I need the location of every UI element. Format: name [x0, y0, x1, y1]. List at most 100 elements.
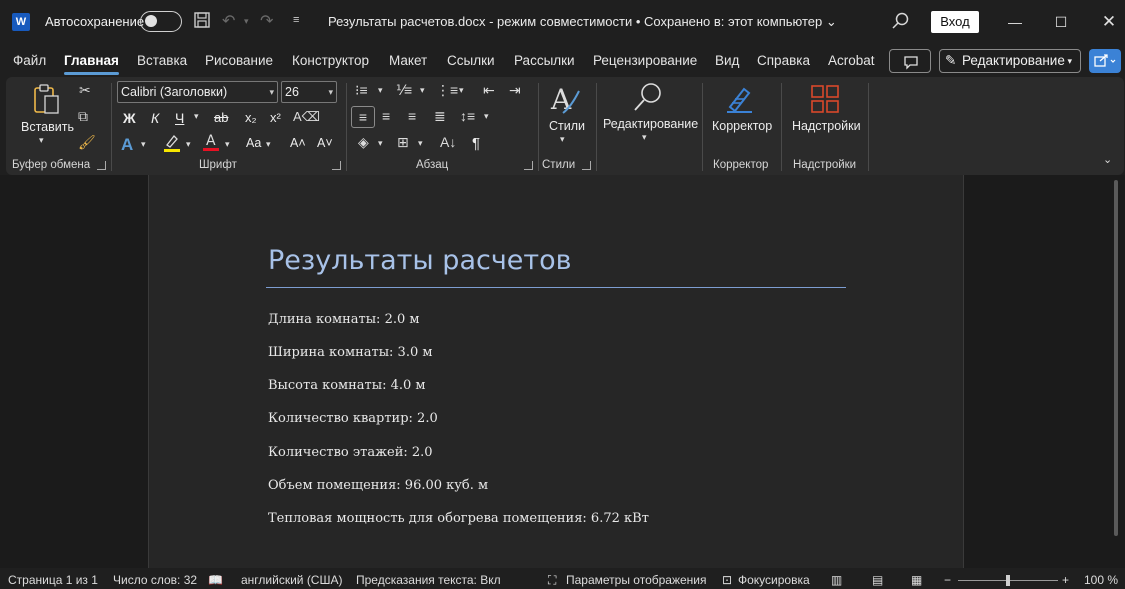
font-name-combo[interactable]: Calibri (Заголовки) ▾ [117, 81, 278, 103]
save-icon[interactable] [193, 11, 211, 34]
align-center-icon[interactable]: ≡ [382, 108, 390, 124]
shading-dropdown-icon[interactable]: ▾ [378, 138, 383, 149]
undo-dropdown-icon[interactable]: ▾ [244, 16, 249, 27]
clipboard-launcher-icon[interactable] [97, 161, 106, 170]
doc-line-heat-power[interactable]: Тепловая мощность для обогрева помещения… [268, 511, 649, 526]
display-settings[interactable]: Параметры отображения [566, 573, 707, 587]
tab-acrobat[interactable]: Acrobat [828, 53, 875, 68]
document-title[interactable]: Результаты расчетов.docx - режим совмест… [328, 14, 837, 30]
styles-launcher-icon[interactable] [582, 161, 591, 170]
tab-mailings[interactable]: Рассылки [514, 53, 575, 68]
numbering-icon[interactable]: ⅟≡ [396, 82, 412, 99]
ribbon-collapse-chevron-icon[interactable]: ⌄ [1103, 153, 1112, 166]
borders-icon[interactable]: ⊞ [397, 134, 409, 151]
show-marks-button[interactable]: ¶ [472, 135, 480, 152]
zoom-out-icon[interactable]: − [944, 573, 951, 587]
minimize-icon[interactable]: — [1003, 10, 1027, 34]
undo-icon[interactable]: ↶ [222, 11, 235, 31]
find-icon[interactable] [632, 81, 664, 116]
text-effects-dropdown-icon[interactable]: ▾ [141, 139, 146, 150]
font-launcher-icon[interactable] [332, 161, 341, 170]
styles-dropdown-icon[interactable]: ▾ [560, 134, 565, 145]
paste-label[interactable]: Вставить [21, 120, 74, 134]
styles-icon[interactable]: A [549, 83, 583, 120]
font-color-icon[interactable]: A [202, 132, 220, 155]
page-count[interactable]: Страница 1 из 1 [8, 573, 98, 587]
zoom-level[interactable]: 100 % [1084, 573, 1118, 587]
grow-font-button[interactable]: A˄ [290, 136, 306, 150]
corrector-label[interactable]: Корректор [712, 119, 772, 133]
tab-references[interactable]: Ссылки [447, 53, 495, 68]
comments-button[interactable] [889, 49, 931, 73]
tab-file[interactable]: Файл [13, 53, 46, 68]
doc-line-room-height[interactable]: Высота комнаты: 4.0 м [268, 378, 426, 393]
doc-line-apartments[interactable]: Количество квартир: 2.0 [268, 411, 438, 426]
tab-review[interactable]: Рецензирование [593, 53, 697, 68]
text-predictions[interactable]: Предсказания текста: Вкл [356, 573, 501, 587]
italic-button[interactable]: К [151, 110, 159, 126]
addins-icon[interactable] [810, 84, 840, 117]
close-icon[interactable]: ✕ [1097, 10, 1121, 34]
tab-help[interactable]: Справка [757, 53, 810, 68]
strikethrough-button[interactable]: ab [214, 110, 228, 125]
document-heading[interactable]: Результаты расчетов [268, 245, 572, 276]
web-layout-icon[interactable]: ▦ [911, 573, 922, 587]
tab-home[interactable]: Главная [64, 53, 119, 75]
clear-formatting-icon[interactable]: A⌫ [293, 109, 320, 125]
sort-icon[interactable]: A↓ [440, 134, 456, 150]
superscript-button[interactable]: x² [270, 110, 281, 125]
line-spacing-icon[interactable]: ↕≡ [460, 108, 475, 124]
paragraph-launcher-icon[interactable] [524, 161, 533, 170]
search-icon[interactable] [890, 10, 912, 32]
zoom-slider-thumb[interactable] [1006, 575, 1010, 586]
word-count[interactable]: Число слов: 32 [113, 573, 197, 587]
format-painter-icon[interactable]: 🖌 [78, 134, 96, 151]
bullets-icon[interactable]: ⁝≡ [355, 82, 368, 99]
tab-draw[interactable]: Рисование [205, 53, 273, 68]
zoom-in-icon[interactable]: + [1062, 573, 1069, 587]
increase-indent-icon[interactable]: ⇥ [509, 82, 521, 99]
shrink-font-button[interactable]: A˅ [317, 136, 333, 150]
customize-quick-access-icon[interactable]: ≡ [293, 14, 299, 26]
highlight-icon[interactable] [163, 133, 181, 156]
language[interactable]: английский (США) [241, 573, 342, 587]
justify-icon[interactable]: ≣ [434, 108, 446, 125]
addins-label[interactable]: Надстройки [792, 119, 861, 133]
highlight-dropdown-icon[interactable]: ▾ [186, 139, 191, 150]
maximize-icon[interactable]: ☐ [1049, 10, 1073, 34]
corrector-icon[interactable] [724, 83, 756, 118]
cut-icon[interactable]: ✂ [79, 82, 91, 99]
shading-icon[interactable]: ◈ [358, 134, 369, 151]
bullets-dropdown-icon[interactable]: ▾ [378, 85, 383, 96]
bold-button[interactable]: Ж [123, 110, 136, 126]
display-settings-icon[interactable]: ⛶ [548, 573, 556, 588]
copy-icon[interactable]: ⧉ [78, 108, 88, 125]
doc-line-room-width[interactable]: Ширина комнаты: 3.0 м [268, 345, 432, 360]
redo-icon[interactable]: ↷ [260, 11, 273, 31]
underline-button[interactable]: Ч [175, 110, 184, 126]
login-button[interactable]: Вход [931, 11, 979, 33]
align-left-icon[interactable]: ≡ [351, 106, 375, 128]
styles-label[interactable]: Стили [549, 119, 585, 133]
underline-dropdown-icon[interactable]: ▾ [194, 111, 199, 122]
focus-icon[interactable]: ⊡ [722, 573, 732, 587]
autosave-toggle[interactable] [140, 11, 182, 32]
borders-dropdown-icon[interactable]: ▾ [418, 138, 423, 149]
align-right-icon[interactable]: ≡ [408, 108, 416, 124]
change-case-dropdown-icon[interactable]: ▾ [266, 139, 271, 150]
doc-line-room-length[interactable]: Длина комнаты: 2.0 м [268, 312, 420, 327]
document-page[interactable] [148, 175, 964, 568]
tab-design[interactable]: Конструктор [292, 53, 369, 68]
doc-line-volume[interactable]: Объем помещения: 96.00 куб. м [268, 478, 488, 493]
tab-view[interactable]: Вид [715, 53, 739, 68]
share-button[interactable] [1089, 49, 1121, 73]
font-size-combo[interactable]: 26 ▾ [281, 81, 337, 103]
multilevel-dropdown-icon[interactable]: ▾ [459, 85, 464, 96]
editing-dropdown-icon[interactable]: ▾ [642, 132, 647, 143]
proofing-icon[interactable]: 📖 [208, 573, 223, 587]
print-layout-icon[interactable]: ▤ [872, 573, 883, 587]
doc-line-floors[interactable]: Количество этажей: 2.0 [268, 445, 433, 460]
vertical-scrollbar[interactable] [1114, 180, 1118, 536]
text-effects-icon[interactable]: A [121, 135, 133, 155]
font-color-dropdown-icon[interactable]: ▾ [225, 139, 230, 150]
